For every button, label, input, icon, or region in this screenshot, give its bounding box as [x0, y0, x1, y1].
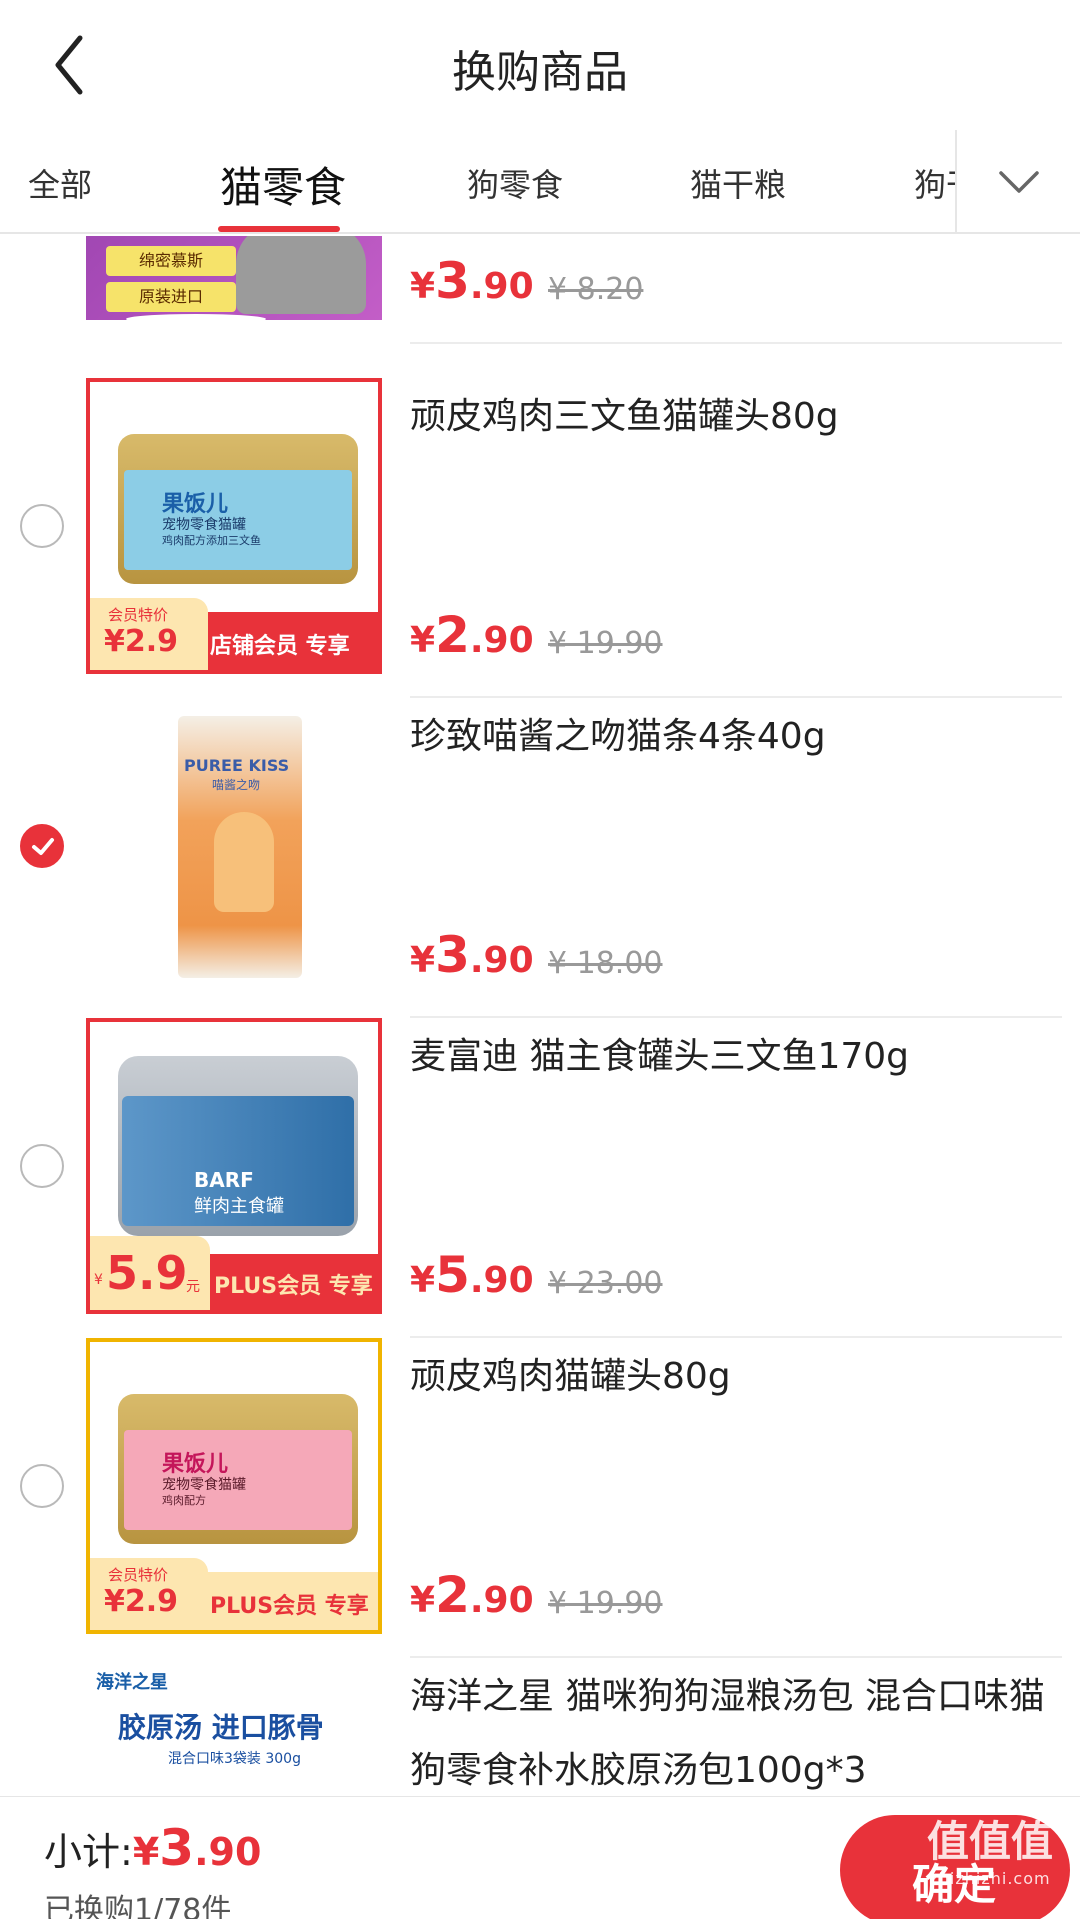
chevron-down-icon — [998, 171, 1039, 193]
watermark-logo: 值值值 zhizhizhi.com — [926, 1817, 1053, 1888]
original-price: ¥ 19.90 — [548, 1586, 663, 1621]
select-radio[interactable] — [20, 1144, 64, 1188]
category-tabs: 全部 猫零食 狗零食 猫干粮 狗干 — [0, 130, 1080, 234]
promo-tag: 会员特价 ¥2.9 — [90, 598, 208, 670]
price: ¥2.90 — [410, 606, 534, 664]
product-name: 顽皮鸡肉三文鱼猫罐头80g — [410, 396, 839, 437]
product-image: 果饭儿 宠物零食猫罐 鸡肉配方 会员特价 ¥2.9 PLUS会员 专享 — [86, 1338, 382, 1634]
header: 换购商品 — [0, 0, 1080, 130]
original-price: ¥ 18.00 — [548, 946, 663, 981]
original-price: ¥ 23.00 — [548, 1266, 663, 1301]
original-price: ¥ 8.20 — [548, 272, 644, 307]
list-item[interactable]: 果饭儿 宠物零食猫罐 鸡肉配方添加三文鱼 会员特价 ¥2.9 店铺会员 专享 顽… — [0, 378, 1080, 698]
tab-cat-snacks[interactable]: 猫零食 — [220, 154, 346, 215]
promo-tag: ¥ 5.9 元 — [90, 1236, 210, 1310]
select-radio-checked[interactable] — [20, 824, 64, 868]
product-image: 果饭儿 宠物零食猫罐 鸡肉配方添加三文鱼 会员特价 ¥2.9 店铺会员 专享 — [86, 378, 382, 674]
tab-dog-snacks[interactable]: 狗零食 — [467, 160, 563, 206]
price: ¥5.90 — [410, 1246, 534, 1304]
product-name: 珍致喵酱之吻猫条4条40g — [410, 716, 826, 757]
product-name: 顽皮鸡肉猫罐头80g — [410, 1356, 731, 1397]
checkmark-icon — [32, 838, 54, 855]
redeemed-count: 已换购1/78件 — [44, 1893, 232, 1919]
select-radio[interactable] — [20, 1464, 64, 1508]
list-item[interactable]: 海洋之星 胶原汤 进口豚骨 混合口味3袋装 300g 海洋之星 猫咪狗狗湿粮汤包… — [0, 1658, 1080, 1796]
tab-all[interactable]: 全部 — [28, 160, 92, 206]
product-name: 麦富迪 猫主食罐头三文鱼170g — [410, 1036, 910, 1077]
product-image: 绵密慕斯 原装进口 — [86, 236, 382, 320]
original-price: ¥ 19.90 — [548, 626, 663, 661]
tab-cat-dry-food[interactable]: 猫干粮 — [690, 160, 786, 206]
product-image: BARF 鲜肉主食罐 ¥ 5.9 元 PLUS会员 专享 — [86, 1018, 382, 1314]
subtotal: 小计:¥3.90 — [44, 1819, 262, 1877]
list-item[interactable]: 果饭儿 宠物零食猫罐 鸡肉配方 会员特价 ¥2.9 PLUS会员 专享 顽皮鸡肉… — [0, 1338, 1080, 1658]
price: ¥3.90 — [410, 926, 534, 984]
page-title: 换购商品 — [452, 47, 628, 98]
can-illustration: BARF 鲜肉主食罐 — [118, 1056, 358, 1236]
product-image: PUREE KISS 喵酱之吻 — [86, 698, 382, 994]
active-tab-indicator — [218, 226, 340, 232]
list-item[interactable]: 绵密慕斯 原装进口 ¥3.90 ¥ 8.20 — [0, 236, 1080, 344]
product-list: 绵密慕斯 原装进口 ¥3.90 ¥ 8.20 果饭儿 宠物零食猫罐 鸡肉配方添加… — [0, 236, 1080, 1796]
price: ¥3.90 — [410, 252, 534, 310]
product-badge: 原装进口 — [106, 282, 236, 312]
can-illustration: 果饭儿 宠物零食猫罐 鸡肉配方 — [118, 1394, 358, 1544]
product-name: 海洋之星 猫咪狗狗湿粮汤包 混合口味猫狗零食补水胶原汤包100g*3 — [410, 1676, 1045, 1791]
select-radio[interactable] — [20, 504, 64, 548]
cat-treat-pack-illustration: PUREE KISS 喵酱之吻 — [178, 716, 302, 978]
price: ¥2.90 — [410, 1566, 534, 1624]
list-item[interactable]: PUREE KISS 喵酱之吻 珍致喵酱之吻猫条4条40g ¥3.90 ¥ 18… — [0, 698, 1080, 1018]
cat-illustration — [236, 236, 366, 314]
expand-tabs-button[interactable] — [955, 130, 1080, 232]
list-item[interactable]: BARF 鲜肉主食罐 ¥ 5.9 元 PLUS会员 专享 麦富迪 猫主食罐头三文… — [0, 1018, 1080, 1338]
product-image: 海洋之星 胶原汤 进口豚骨 混合口味3袋装 300g — [86, 1658, 382, 1796]
can-illustration: 果饭儿 宠物零食猫罐 鸡肉配方添加三文鱼 — [118, 434, 358, 584]
divider — [410, 342, 1062, 344]
promo-tag: 会员特价 ¥2.9 — [90, 1558, 208, 1630]
product-badge: 绵密慕斯 — [106, 246, 236, 276]
